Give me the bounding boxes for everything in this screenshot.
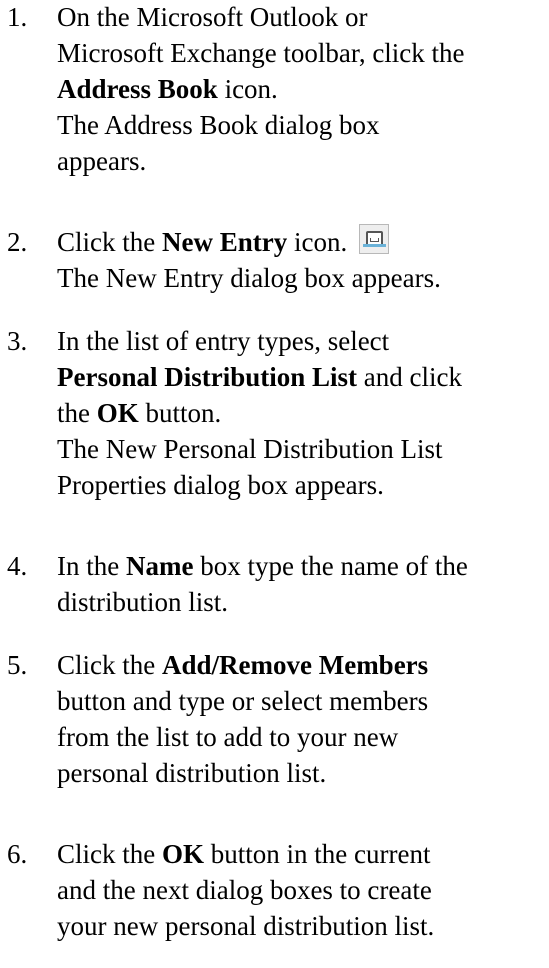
step-number: 5. [7,650,28,680]
step-line: In the Name box type the name of the [57,548,547,584]
step-text: Click the Add/Remove Members button and t… [57,647,547,791]
step-line: and the next dialog boxes to create [57,872,547,908]
step-number: 1. [7,2,28,32]
text-segment: button. [138,398,222,428]
ui-term: Name [125,551,194,581]
text-segment: your new personal distribution list. [57,911,435,941]
step-line: Click the New Entry icon. [57,224,547,260]
step-text: On the Microsoft Outlook or Microsoft Exc… [57,0,547,179]
step-line: personal distribution list. [57,755,547,791]
text-segment: Microsoft Exchange toolbar, click the [57,38,465,68]
step-line: Address Book icon. [57,71,547,107]
text-segment: Click the [57,227,162,257]
ui-term: OK [96,398,139,428]
step-number: 2. [7,227,28,257]
text-segment: The New Personal Distribution List [57,434,443,464]
step-line: your new personal distribution list. [57,908,547,944]
text-segment: icon. [287,227,348,257]
step-number: 4. [7,551,28,581]
step-text: Click the New Entry icon. The New Entry d… [57,224,547,296]
text-segment: appears. [57,146,147,176]
step-line: Personal Distribution List and click [57,359,547,395]
ui-term: Personal Distribution List [57,362,358,392]
step-line: from the list to add to your new [57,719,547,755]
step-line: The New Personal Distribution List [57,431,547,467]
text-segment: distribution list. [57,587,229,617]
step-number: 3. [7,326,28,356]
step-line: appears. [57,143,547,179]
text-segment: box type the name of the [193,551,468,581]
ui-term: Add/Remove Members [161,650,429,680]
step-line: Click the Add/Remove Members [57,647,547,683]
text-segment: On the Microsoft Outlook or [57,2,368,32]
step-line: On the Microsoft Outlook or [57,0,547,35]
step-text: Click the OK button in the current and th… [57,836,547,944]
text-segment: Click the [57,650,162,680]
text-segment: personal distribution list. [57,758,327,788]
step-line: In the list of entry types, select [57,323,547,359]
text-segment: and the next dialog boxes to create [57,875,432,905]
step-line: distribution list. [57,584,547,620]
step-line: button and type or select members [57,683,547,719]
step-text: In the Name box type the name of the dist… [57,548,547,620]
text-segment: The New Entry dialog box appears. [57,263,441,293]
step-line: Properties dialog box appears. [57,467,547,503]
ui-term: Address Book [57,74,218,104]
step-number: 6. [7,839,28,869]
step-line: the OK button. [57,395,547,431]
text-segment: Click the [57,839,162,869]
text-segment: In the [57,551,126,581]
new-entry-icon [359,224,390,254]
step-line: The New Entry dialog box appears. [57,260,547,296]
step-line: Microsoft Exchange toolbar, click the [57,35,547,71]
text-segment: In the list of entry types, select [57,326,390,356]
text-segment: button in the current [204,839,431,869]
icon-tab-shape [363,244,387,247]
text-segment: from the list to add to your new [57,722,399,752]
step-text: In the list of entry types, select Person… [57,323,547,503]
step-line: The Address Book dialog box [57,107,547,143]
text-segment: Properties dialog box appears. [57,470,384,500]
text-segment: button and type or select members [57,686,429,716]
text-segment: and click [357,362,462,392]
ui-term: New Entry [161,227,288,257]
text-segment: the [57,398,97,428]
step-line: Click the OK button in the current [57,836,547,872]
ui-term: OK [161,839,204,869]
text-segment: The Address Book dialog box [57,110,380,140]
text-segment: icon. [217,74,278,104]
